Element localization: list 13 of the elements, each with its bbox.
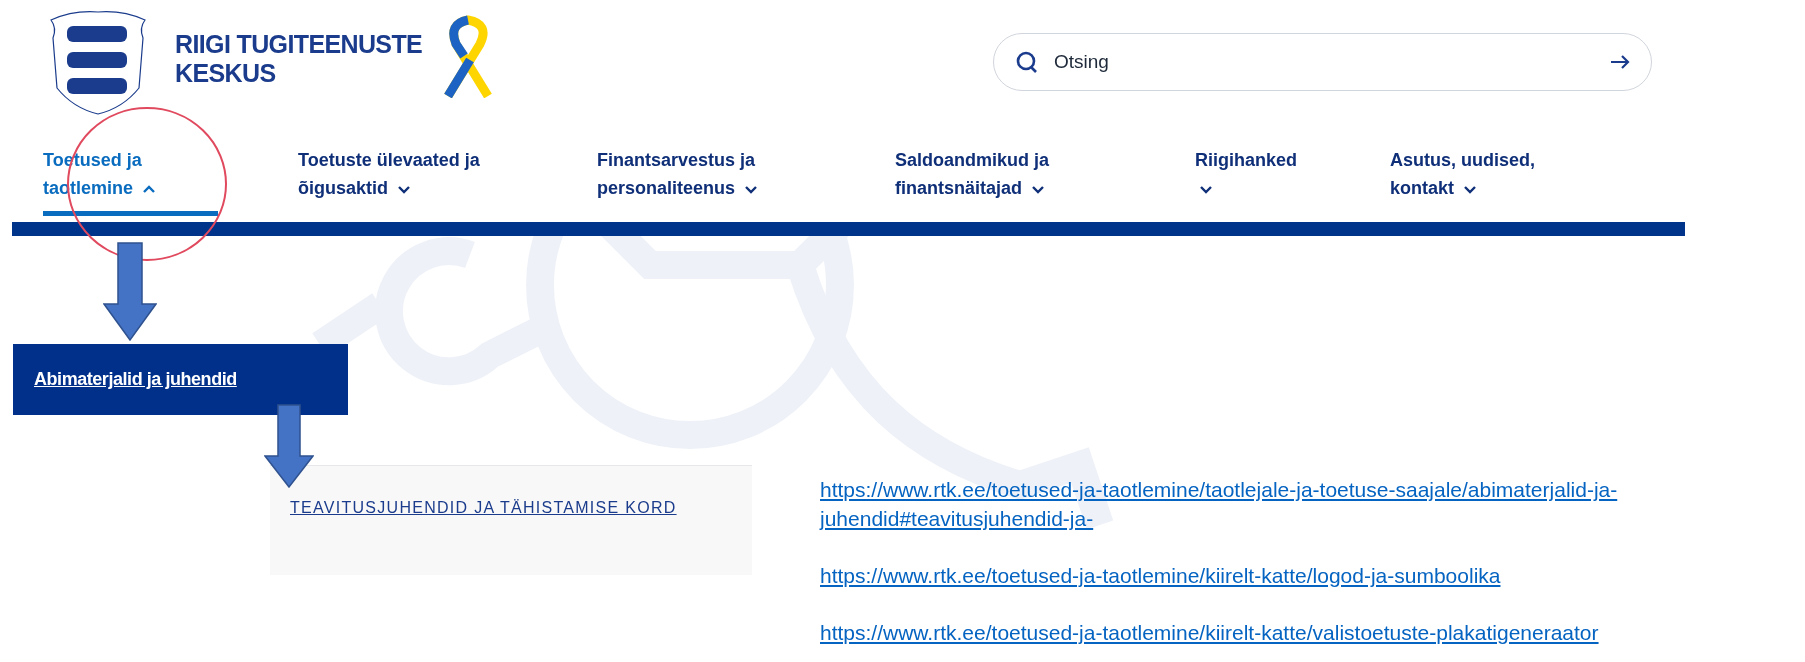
url-link[interactable]: https://www.rtk.ee/toetused-ja-taotlemine/kiirelt-katte/logod-ja-sumboolika xyxy=(820,561,1800,590)
logo-text: KESKUS xyxy=(175,59,277,88)
nav-tab[interactable]: Riigihanked xyxy=(1195,146,1390,216)
nav-tab[interactable]: Saldoandmikud ja finantsnäitajad xyxy=(895,146,1195,216)
url-link[interactable]: https://www.rtk.ee/toetused-ja-taotlemine/taotlejale-ja-toetuse-saajale/abimaterjalid-ja-juhendid#teavitusjuhendid-ja- xyxy=(820,475,1800,533)
nav-tab[interactable]: Toetuste ülevaated ja õigusaktid xyxy=(298,146,597,216)
url-link[interactable]: https://www.rtk.ee/toetused-ja-taotlemine/kiirelt-katte/valistoetuste-plakatigeneraator xyxy=(820,618,1800,647)
nav-tab[interactable]: Finantsarvestus ja personaliteenus xyxy=(597,146,895,216)
search-field[interactable]: Otsing xyxy=(993,33,1652,91)
submenu-link[interactable]: Abimaterjalid ja juhendid xyxy=(34,366,237,393)
section-link[interactable]: TEAVITUSJUHENDID JA TÄHISTAMISE KORD xyxy=(290,499,677,516)
logo-text: RIIGI TUGITEENUSTE xyxy=(175,30,423,59)
nav-tab[interactable]: Asutus, uudised, kontakt xyxy=(1390,146,1620,216)
